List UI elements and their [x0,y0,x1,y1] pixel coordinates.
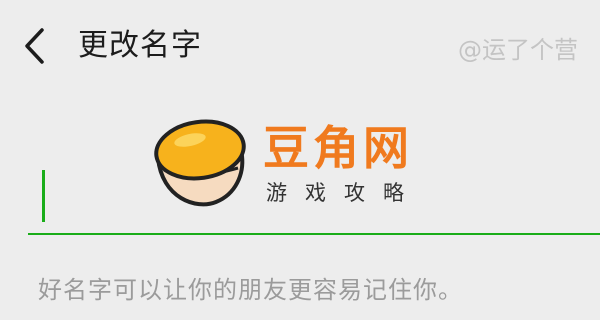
page-title: 更改名字 [78,28,202,63]
input-underline [28,233,600,235]
chevron-left-icon [25,28,44,64]
text-caret [42,170,45,222]
nav-header: 更改名字 @运了个营 [0,0,600,96]
back-button[interactable] [14,22,54,70]
hint-text: 好名字可以让你的朋友更容易记住你。 [38,276,463,304]
watermark-user-tag: @运了个营 [458,36,578,64]
name-input[interactable] [28,156,578,234]
